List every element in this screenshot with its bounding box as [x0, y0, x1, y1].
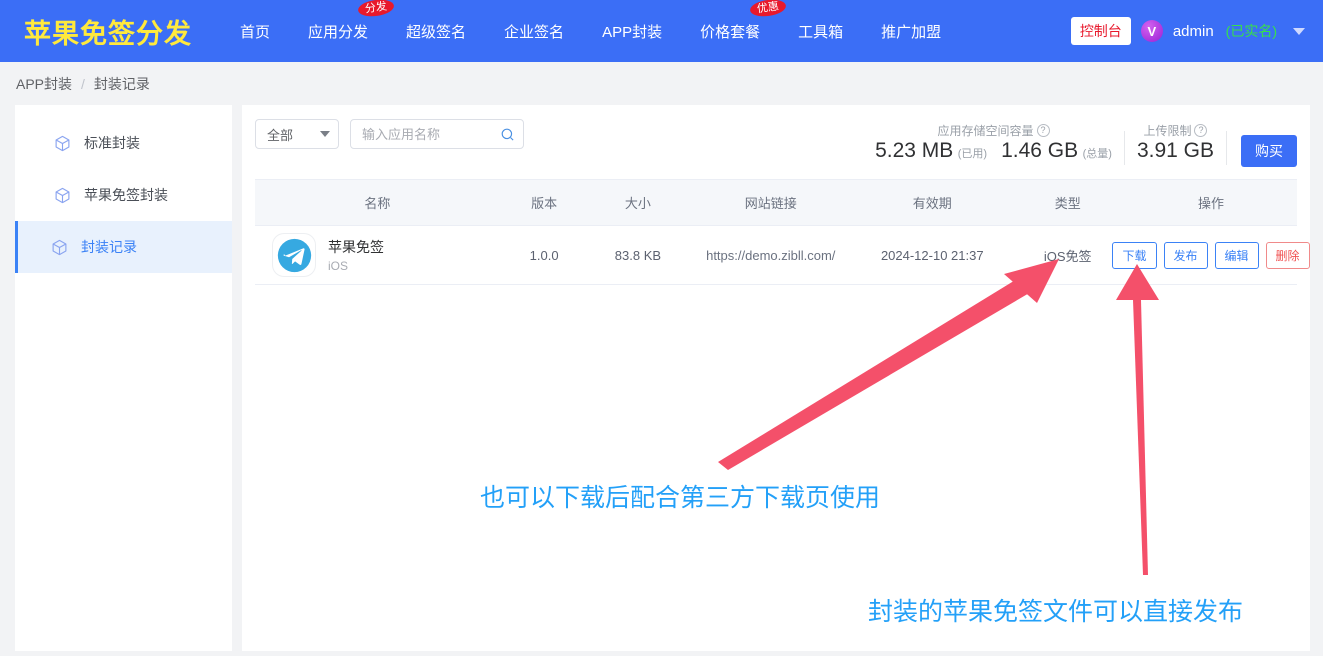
storage-caption: 应用存储空间容量 ?: [938, 121, 1050, 139]
nav-item-affiliate[interactable]: 推广加盟: [881, 17, 941, 46]
cell-actions: 下载 发布 编辑 删除: [1112, 225, 1310, 285]
upload-limit-group: 上传限制 ? 3.91 GB: [1125, 121, 1226, 163]
telegram-paper-plane-icon: [273, 234, 315, 276]
nav-badge-promo: 优惠: [749, 0, 788, 18]
table-body: 苹果免签 iOS 1.0.0 83.8 KB https://demo.zibl…: [255, 225, 1310, 285]
storage-stat-group: 应用存储空间容量 ? 5.23 MB (已用) 1.46 GB (总量): [863, 121, 1124, 163]
help-icon[interactable]: ?: [1036, 123, 1050, 137]
nav-label: 工具箱: [798, 23, 844, 41]
download-button[interactable]: 下载: [1112, 241, 1157, 269]
sidebar-item-apple-signfree-packaging[interactable]: 苹果免签封装: [15, 169, 232, 221]
nav-label: 企业签名: [504, 23, 565, 41]
app-name: 苹果免签: [328, 239, 384, 255]
column-header-name: 名称: [255, 179, 500, 226]
nav-item-enterprise-signature[interactable]: 企业签名: [504, 17, 564, 46]
site-logo[interactable]: 苹果免签分发: [24, 12, 192, 51]
table-row: 苹果免签 iOS 1.0.0 83.8 KB https://demo.zibl…: [255, 225, 1310, 285]
table-header-row: 名称 版本 大小 网站链接 有效期 类型 操作: [255, 179, 1297, 226]
column-header-link: 网站链接: [687, 179, 855, 226]
column-header-size: 大小: [588, 179, 688, 226]
column-header-actions: 操作: [1125, 179, 1297, 226]
storage-used-value: 5.23 MB: [875, 139, 954, 162]
verified-badge: (已实名): [1225, 23, 1277, 39]
cell-link: https://demo.zibll.com/: [687, 225, 855, 285]
edit-button[interactable]: 编辑: [1214, 241, 1259, 269]
column-header-type: 类型: [1010, 179, 1126, 226]
nav-label: 推广加盟: [881, 23, 942, 41]
user-area: 控制台 V admin (已实名): [1070, 17, 1305, 45]
storage-total-sub: (总量): [1082, 148, 1112, 160]
column-header-version: 版本: [499, 179, 589, 226]
cell-name: 苹果免签 iOS: [255, 225, 500, 285]
table-header: 名称 版本 大小 网站链接 有效期 类型 操作: [255, 179, 1297, 226]
upload-limit-values: 3.91 GB: [1137, 139, 1214, 163]
search-box[interactable]: [350, 119, 524, 149]
main-layout: 标准封装 苹果免签封装 封装记录 全部 输入应用名称 应用存储空间容量 ? 5.…: [0, 105, 1323, 651]
app-platform: iOS: [328, 259, 349, 273]
website-link[interactable]: https://demo.zibll.com/: [706, 248, 835, 263]
cell-size: 83.8 KB: [588, 225, 688, 285]
search-input[interactable]: [362, 126, 500, 142]
breadcrumb-parent[interactable]: APP封装: [16, 74, 72, 94]
column-header-expiry: 有效期: [854, 179, 1011, 226]
nav-label: 价格套餐: [700, 23, 761, 41]
sidebar-item-label: 封装记录: [81, 239, 137, 255]
nav-item-home[interactable]: 首页: [240, 17, 270, 46]
username-label: admin: [1172, 22, 1214, 40]
nav-badge-distribution: 分发: [357, 0, 395, 18]
upload-limit-value: 3.91 GB: [1136, 139, 1214, 162]
nav-label: 首页: [240, 23, 271, 41]
chevron-down-icon: [320, 131, 330, 137]
search-icon[interactable]: [500, 127, 515, 142]
nav-item-app-distribution[interactable]: 应用分发 分发: [308, 0, 395, 46]
cell-expiry: 2024-12-10 21:37: [854, 225, 1011, 285]
sidebar-item-label: 苹果免签封装: [84, 187, 168, 203]
upload-limit-caption: 上传限制 ?: [1143, 121, 1208, 139]
breadcrumb-current: 封装记录: [93, 75, 150, 92]
stats-divider: [1226, 131, 1227, 165]
breadcrumb-separator: /: [81, 75, 85, 92]
nav-label: APP封装: [602, 23, 663, 41]
storage-values: 5.23 MB (已用) 1.46 GB (总量): [875, 139, 1112, 163]
cube-icon: [54, 187, 71, 204]
app-meta: 苹果免签 iOS: [328, 237, 384, 273]
breadcrumb: APP封装 / 封装记录: [0, 62, 1323, 105]
nav-item-toolbox[interactable]: 工具箱: [798, 17, 843, 46]
cube-icon: [54, 135, 71, 152]
sidebar-item-packaging-records[interactable]: 封装记录: [15, 221, 232, 273]
app-identity: 苹果免签 iOS: [255, 234, 500, 276]
storage-total-value: 1.46 GB: [1001, 139, 1079, 162]
content-panel: 全部 应用存储空间容量 ? 5.23 MB: [242, 105, 1310, 651]
chevron-down-icon[interactable]: [1293, 27, 1305, 35]
table-toolbar: 全部 应用存储空间容量 ? 5.23 MB: [255, 119, 1297, 179]
sidebar: 标准封装 苹果免签封装 封装记录: [15, 105, 232, 651]
sidebar-item-standard-packaging[interactable]: 标准封装: [15, 117, 232, 169]
sidebar-item-label: 标准封装: [84, 135, 140, 151]
filter-select[interactable]: 全部: [255, 119, 339, 149]
nav-label: 应用分发: [308, 23, 369, 41]
delete-button[interactable]: 删除: [1265, 241, 1310, 269]
nav-item-pricing[interactable]: 价格套餐 优惠: [700, 0, 788, 46]
filter-select-value: 全部: [267, 127, 294, 143]
help-icon[interactable]: ?: [1194, 123, 1208, 137]
nav-label: 超级签名: [406, 23, 467, 41]
storage-stats: 应用存储空间容量 ? 5.23 MB (已用) 1.46 GB (总量) 上传限…: [863, 119, 1297, 167]
buy-button[interactable]: 购买: [1241, 135, 1297, 167]
upload-limit-label: 上传限制: [1143, 123, 1192, 138]
row-actions: 下载 发布 编辑 删除: [1112, 241, 1310, 269]
nav-item-app-packaging[interactable]: APP封装: [602, 17, 662, 46]
storage-caption-label: 应用存储空间容量: [937, 123, 1034, 138]
cube-icon: [51, 239, 68, 256]
packaging-records-table: 名称 版本 大小 网站链接 有效期 类型 操作 苹果免签 iOS 1.0.0 8…: [255, 179, 1310, 285]
cell-type: iOS免签: [1010, 225, 1126, 285]
console-button[interactable]: 控制台: [1070, 17, 1131, 45]
main-nav: 首页 应用分发 分发 超级签名 企业签名 APP封装 价格套餐 优惠 工具箱 推…: [240, 0, 1071, 46]
top-navigation-bar: 苹果免签分发 首页 应用分发 分发 超级签名 企业签名 APP封装 价格套餐 优…: [0, 0, 1323, 62]
avatar[interactable]: V: [1140, 20, 1163, 42]
publish-button[interactable]: 发布: [1163, 241, 1208, 269]
cell-version: 1.0.0: [499, 225, 589, 285]
storage-used-sub: (已用): [957, 148, 988, 160]
nav-item-super-signature[interactable]: 超级签名: [406, 17, 466, 46]
